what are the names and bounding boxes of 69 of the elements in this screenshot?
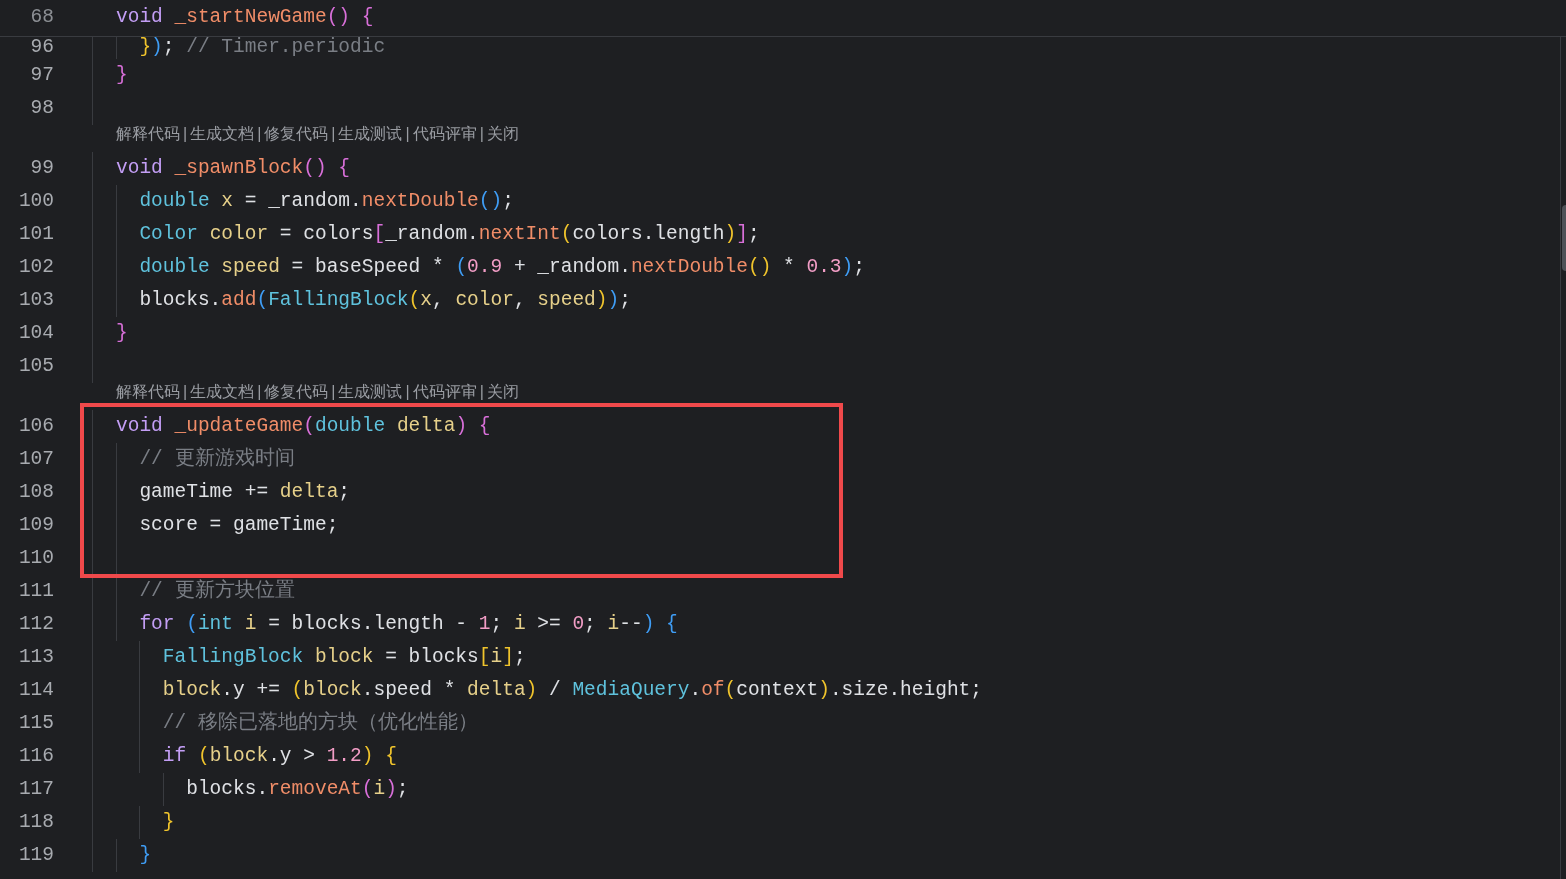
line-number: 108 bbox=[17, 479, 54, 505]
code-line: }); // Timer.periodic bbox=[138, 37, 386, 59]
separator-text: | bbox=[331, 126, 336, 142]
line-number: 100 bbox=[17, 188, 54, 214]
code-line: block.y += (block.speed * delta) / MediaQuery.of(context).size.height; bbox=[161, 677, 982, 703]
codelens-link[interactable]: 修复代码 bbox=[264, 384, 329, 400]
separator-text: | bbox=[183, 384, 188, 400]
line-number: 105 bbox=[17, 353, 54, 379]
code-line: void _updateGame(double delta) { bbox=[116, 413, 491, 439]
line-number: 97 bbox=[29, 62, 54, 88]
line-number: 119 bbox=[17, 842, 54, 868]
line-number: 112 bbox=[17, 611, 54, 637]
line-number: 102 bbox=[17, 254, 54, 280]
codelens-link[interactable]: 生成文档 bbox=[190, 384, 255, 400]
code-line: double speed = baseSpeed * (0.9 + _random.nextDouble() * 0.3); bbox=[138, 254, 865, 280]
line-number: 109 bbox=[17, 512, 54, 538]
separator-text: | bbox=[257, 126, 262, 142]
code-line: blocks.removeAt(i); bbox=[185, 776, 409, 802]
separator-text: | bbox=[405, 126, 410, 142]
code-line: void _spawnBlock() { bbox=[116, 155, 351, 181]
separator-text: | bbox=[479, 126, 484, 142]
code-line: FallingBlock block = blocks[i]; bbox=[161, 644, 526, 670]
line-number: 104 bbox=[17, 320, 54, 346]
codelens-link[interactable]: 生成测试 bbox=[338, 126, 403, 142]
code-line: } bbox=[161, 809, 175, 835]
codelens-link[interactable]: 代码评审 bbox=[412, 384, 477, 400]
code-line: score = gameTime; bbox=[138, 512, 339, 538]
line-number: 116 bbox=[17, 743, 54, 769]
line-number: 110 bbox=[17, 545, 54, 571]
separator-text: | bbox=[331, 384, 336, 400]
codelens-link[interactable]: 生成文档 bbox=[190, 126, 255, 142]
codelens-link[interactable]: 关闭 bbox=[486, 126, 519, 142]
line-number: 113 bbox=[17, 644, 54, 670]
codelens-link[interactable]: 修复代码 bbox=[264, 126, 329, 142]
code-line: } bbox=[116, 320, 128, 346]
code-line: } bbox=[116, 62, 128, 88]
code-line: // 更新游戏时间 bbox=[138, 446, 295, 472]
code-line: } bbox=[138, 842, 152, 868]
code-line: blocks.add(FallingBlock(x, color, speed)); bbox=[138, 287, 631, 313]
line-number: 96 bbox=[29, 37, 54, 59]
line-number: 111 bbox=[17, 578, 54, 604]
line-number: 107 bbox=[17, 446, 54, 472]
line-number: 118 bbox=[17, 809, 54, 835]
code-line: Color color = colors[_random.nextInt(colors.length)]; bbox=[138, 221, 760, 247]
code-line: gameTime += delta; bbox=[138, 479, 351, 505]
line-number: 117 bbox=[17, 776, 54, 802]
codelens-link[interactable]: 解释代码 bbox=[116, 126, 180, 142]
code-line: for (int i = blocks.length - 1; i >= 0; i--) { bbox=[138, 611, 678, 637]
line-number: 114 bbox=[17, 677, 54, 703]
code-line: // 移除已落地的方块（优化性能） bbox=[161, 710, 478, 736]
line-number: 106 bbox=[17, 413, 54, 439]
code-line: double x = _random.nextDouble(); bbox=[138, 188, 514, 214]
separator-text: | bbox=[183, 126, 188, 142]
separator-text: | bbox=[479, 384, 484, 400]
line-number: 98 bbox=[29, 95, 54, 121]
codelens-link[interactable]: 解释代码 bbox=[116, 384, 180, 400]
separator-text: | bbox=[405, 384, 410, 400]
line-number: 101 bbox=[17, 221, 54, 247]
line-number: 99 bbox=[29, 155, 54, 181]
line-number: 103 bbox=[17, 287, 54, 313]
code-line: // 更新方块位置 bbox=[138, 578, 295, 604]
codelens-link[interactable]: 代码评审 bbox=[412, 126, 477, 142]
line-number: 68 bbox=[29, 5, 54, 31]
codelens-link[interactable]: 关闭 bbox=[486, 384, 519, 400]
line-number: 115 bbox=[17, 710, 54, 736]
code-line: if (block.y > 1.2) { bbox=[161, 743, 397, 769]
codelens-link[interactable]: 生成测试 bbox=[338, 384, 403, 400]
separator-text: | bbox=[257, 384, 262, 400]
code-line: void _startNewGame() { bbox=[116, 5, 374, 31]
